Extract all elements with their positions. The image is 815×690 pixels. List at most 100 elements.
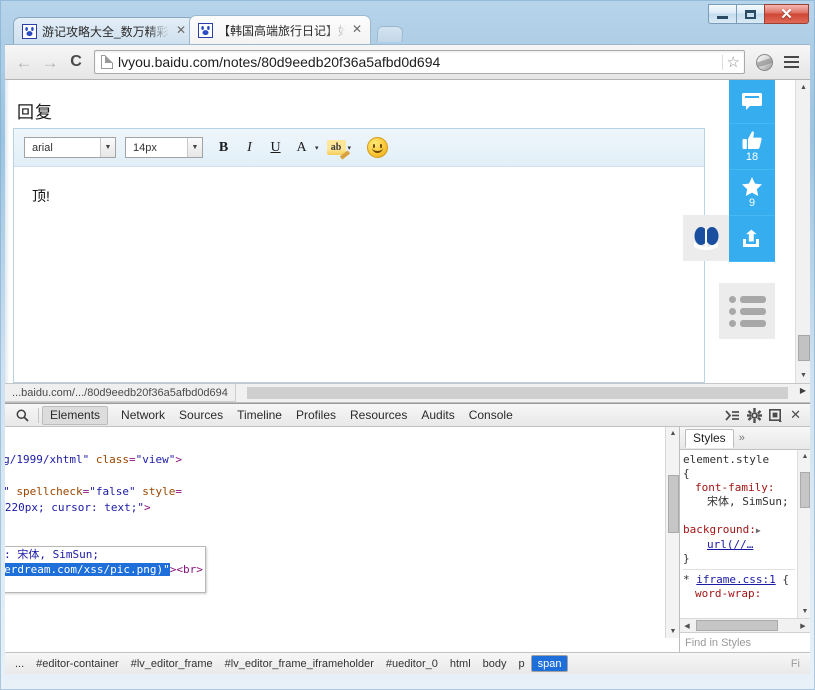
bold-button[interactable]: B bbox=[212, 136, 235, 160]
style-prop-font-family[interactable]: font-family: bbox=[683, 481, 795, 495]
scrollbar-thumb[interactable] bbox=[800, 472, 810, 508]
style-rule-selector[interactable]: element.style bbox=[683, 453, 769, 466]
page-list-widget[interactable] bbox=[719, 283, 775, 339]
tab-network[interactable]: Network bbox=[114, 406, 172, 425]
style-val-font-family[interactable]: 宋体, SimSun; bbox=[683, 495, 795, 509]
back-button[interactable]: ← bbox=[11, 49, 37, 75]
underline-button[interactable]: U bbox=[264, 136, 287, 160]
dom-vertical-scrollbar[interactable]: ▲ ▼ bbox=[665, 427, 679, 638]
scroll-right-arrow-icon[interactable]: ▶ bbox=[800, 386, 806, 395]
search-icon[interactable] bbox=[9, 409, 35, 422]
breadcrumb-item-ellipsis[interactable]: ... bbox=[9, 655, 30, 672]
dom-body-attr2-name: spellcheck bbox=[16, 485, 82, 498]
scroll-up-arrow-icon[interactable]: ▲ bbox=[796, 80, 810, 95]
like-button[interactable]: 18 bbox=[729, 124, 775, 170]
tab-timeline[interactable]: Timeline bbox=[230, 406, 289, 425]
tab-close-button[interactable]: ✕ bbox=[350, 23, 364, 37]
page-viewport: 回复 arial ▼ 14px ▼ B I U A ▾ ab bbox=[5, 80, 810, 384]
smiley-icon[interactable] bbox=[367, 137, 388, 158]
more-tabs-icon[interactable]: » bbox=[739, 432, 745, 444]
settings-gear-icon[interactable] bbox=[747, 408, 762, 423]
chrome-menu-button[interactable] bbox=[779, 49, 804, 75]
style-val-background[interactable]: url(//… bbox=[683, 538, 795, 552]
breadcrumb-item-iframeholder[interactable]: #lv_editor_frame_iframeholder bbox=[219, 655, 380, 672]
chevron-down-icon: ▼ bbox=[187, 138, 202, 157]
style-prop-background[interactable]: background: bbox=[683, 523, 756, 536]
tab-audits[interactable]: Audits bbox=[414, 406, 461, 425]
brace-open: { bbox=[782, 573, 789, 586]
breadcrumb-item-body[interactable]: body bbox=[477, 655, 513, 672]
devtools-panel: Elements Network Sources Timeline Profil… bbox=[5, 403, 810, 674]
dom-span-style-highlighted: background:url(//www.etherdream.com/xss/… bbox=[5, 563, 170, 576]
tab-elements[interactable]: Elements bbox=[42, 406, 108, 425]
console-drawer-icon[interactable] bbox=[725, 409, 740, 422]
highlight-color-button[interactable]: ab bbox=[327, 140, 346, 155]
share-button[interactable] bbox=[729, 216, 775, 262]
dock-position-icon[interactable] bbox=[769, 409, 783, 422]
scroll-up-arrow-icon[interactable]: ▲ bbox=[798, 450, 810, 463]
favorite-button[interactable]: 9 bbox=[729, 170, 775, 216]
comment-button[interactable] bbox=[729, 80, 775, 124]
font-color-button[interactable]: A bbox=[290, 136, 313, 160]
style-rule-file[interactable]: iframe.css:1 bbox=[696, 573, 775, 586]
tab-title: 【韩国高端旅行日记】好 bbox=[218, 22, 346, 39]
font-size-select[interactable]: 14px ▼ bbox=[125, 137, 203, 158]
new-tab-button[interactable] bbox=[376, 26, 403, 42]
reload-button[interactable]: C bbox=[63, 49, 89, 75]
maximize-button[interactable] bbox=[736, 4, 765, 24]
styles-rules[interactable]: element.style { font-family: 宋体, SimSun;… bbox=[680, 450, 797, 618]
italic-button[interactable]: I bbox=[238, 136, 261, 160]
breadcrumb-item-html[interactable]: html bbox=[444, 655, 477, 672]
browser-tab-2[interactable]: 【韩国高端旅行日记】好 ✕ bbox=[189, 15, 371, 44]
dom-span-node-selected[interactable]: <span style="font-family: 宋体, SimSun; ba… bbox=[5, 546, 206, 593]
dom-html-attr2-value: "view" bbox=[136, 453, 176, 466]
font-family-select[interactable]: arial ▼ bbox=[24, 137, 116, 158]
tab-console[interactable]: Console bbox=[462, 406, 520, 425]
dom-tree[interactable]: ▼ #document <!DOCTYPE html> ▼<html xmlns… bbox=[5, 427, 206, 593]
tab-resources[interactable]: Resources bbox=[343, 406, 414, 425]
favorite-count: 9 bbox=[749, 198, 755, 209]
scrollbar-thumb[interactable] bbox=[668, 475, 679, 533]
scroll-right-arrow-icon[interactable]: ▶ bbox=[796, 619, 810, 632]
scroll-down-arrow-icon[interactable]: ▼ bbox=[666, 625, 680, 638]
breadcrumb-item-span[interactable]: span bbox=[531, 655, 569, 672]
styles-vertical-scrollbar[interactable]: ▲ ▼ bbox=[797, 450, 810, 618]
close-icon[interactable]: ✕ bbox=[790, 407, 801, 423]
browser-tab-1[interactable]: 游记攻略大全_数万精彩旅 ✕ bbox=[13, 17, 195, 44]
scroll-down-arrow-icon[interactable]: ▼ bbox=[796, 368, 810, 383]
editor-content-area[interactable]: 顶! bbox=[14, 168, 704, 382]
scroll-down-arrow-icon[interactable]: ▼ bbox=[798, 605, 810, 618]
minimize-button[interactable] bbox=[708, 4, 737, 24]
brace-close: } bbox=[683, 552, 690, 565]
share-icon bbox=[741, 229, 763, 249]
scrollbar-thumb[interactable] bbox=[696, 620, 778, 631]
forward-button[interactable]: → bbox=[37, 49, 63, 75]
scrollbar-thumb[interactable] bbox=[798, 335, 810, 361]
page-horizontal-scrollbar[interactable] bbox=[247, 387, 788, 399]
breadcrumb-item-p[interactable]: p bbox=[513, 655, 531, 672]
find-in-styles-input[interactable]: Find in Styles bbox=[680, 632, 810, 652]
breadcrumb-item-lv-editor-frame[interactable]: #lv_editor_frame bbox=[125, 655, 219, 672]
font-family-value: arial bbox=[32, 142, 94, 154]
dom-body-attr2-value: "false" bbox=[89, 485, 135, 498]
bookmark-star-icon[interactable]: ☆ bbox=[722, 55, 740, 70]
comment-icon bbox=[741, 92, 763, 110]
scroll-left-arrow-icon[interactable]: ◀ bbox=[680, 619, 694, 632]
breadcrumb-item-editor-container[interactable]: #editor-container bbox=[30, 655, 125, 672]
chevron-down-icon[interactable]: ▾ bbox=[315, 144, 319, 152]
style-prop-word-wrap[interactable]: word-wrap: bbox=[683, 587, 795, 601]
styles-header: Styles » bbox=[680, 427, 810, 450]
address-bar[interactable]: lvyou.baidu.com/notes/80d9eedb20f36a5afb… bbox=[94, 50, 745, 74]
tab-profiles[interactable]: Profiles bbox=[289, 406, 343, 425]
styles-horizontal-scrollbar[interactable]: ◀ ▶ bbox=[680, 618, 810, 632]
breadcrumb: ... #editor-container #lv_editor_frame #… bbox=[5, 652, 810, 674]
dom-tree-pane: ▼ #document <!DOCTYPE html> ▼<html xmlns… bbox=[5, 427, 680, 652]
scroll-up-arrow-icon[interactable]: ▲ bbox=[666, 427, 680, 440]
tab-styles[interactable]: Styles bbox=[685, 429, 734, 448]
extension-button[interactable] bbox=[752, 49, 777, 75]
breadcrumb-item-ueditor[interactable]: #ueditor_0 bbox=[380, 655, 444, 672]
close-button[interactable]: ✕ bbox=[764, 4, 809, 24]
tab-close-button[interactable]: ✕ bbox=[174, 24, 188, 38]
tab-sources[interactable]: Sources bbox=[172, 406, 230, 425]
page-vertical-scrollbar[interactable]: ▲ ▼ bbox=[795, 80, 810, 383]
